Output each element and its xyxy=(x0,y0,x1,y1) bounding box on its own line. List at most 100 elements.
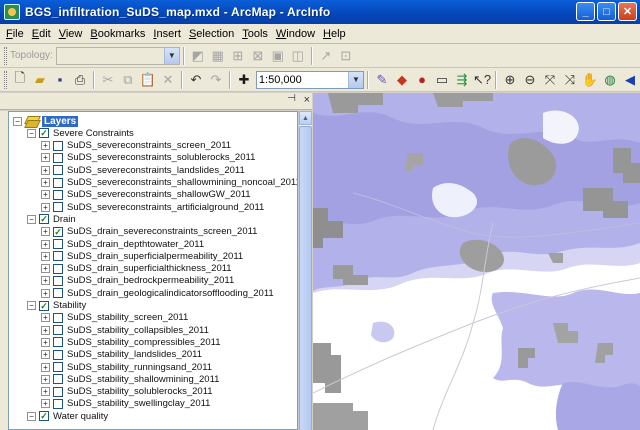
planarize-icon[interactable]: ⊠ xyxy=(248,46,268,66)
construct-features-icon[interactable]: ⊞ xyxy=(228,46,248,66)
toc-layer-row[interactable]: + SuDS_stability_shallowmining_2011 xyxy=(41,373,219,385)
topology-combo[interactable]: ▼ xyxy=(55,46,180,65)
open-folder-icon[interactable]: ▰ xyxy=(30,70,50,90)
toc-layer-row[interactable]: + SuDS_drain_depthtowater_2011 xyxy=(41,238,204,250)
expand-icon[interactable]: + xyxy=(41,251,50,261)
checkbox-unchecked[interactable] xyxy=(53,275,63,286)
collapse-icon[interactable]: − xyxy=(27,411,36,421)
checkbox-unchecked[interactable] xyxy=(53,325,63,336)
toc-group-row[interactable]: − ✓ Drain xyxy=(27,213,76,225)
checkbox-unchecked[interactable] xyxy=(53,239,63,249)
expand-icon[interactable]: + xyxy=(41,165,50,175)
back-arrow-icon[interactable]: ◀ xyxy=(620,70,640,90)
map-canvas[interactable] xyxy=(313,93,640,430)
expand-icon[interactable]: + xyxy=(41,178,50,187)
minimize-button[interactable]: _ xyxy=(576,2,595,21)
scrollbar-thumb[interactable] xyxy=(299,126,312,430)
map-display[interactable] xyxy=(313,93,640,430)
collapse-icon[interactable]: − xyxy=(13,116,22,126)
arcmap-app-icon[interactable] xyxy=(4,4,20,20)
toc-layer-row[interactable]: + SuDS_stability_screen_2011 xyxy=(41,312,188,324)
toc-scrollbar[interactable]: ▲ xyxy=(298,111,312,430)
toc-layer-row[interactable]: + SuDS_severeconstraints_artificialground… xyxy=(41,201,264,213)
checkbox-unchecked[interactable] xyxy=(53,189,63,200)
toc-layer-row[interactable]: + SuDS_stability_runningsand_2011 xyxy=(41,361,212,373)
expand-icon[interactable]: + xyxy=(41,227,50,237)
toc-layer-row[interactable]: + SuDS_severeconstraints_solublerocks_201… xyxy=(41,152,255,164)
expand-icon[interactable]: + xyxy=(41,337,50,347)
checkbox-unchecked[interactable] xyxy=(53,398,63,409)
menu-item-4[interactable]: Insert xyxy=(149,28,185,40)
validate-area-icon[interactable]: ◫ xyxy=(288,46,308,66)
checkbox-unchecked[interactable] xyxy=(53,140,63,151)
checkbox-unchecked[interactable] xyxy=(53,288,63,299)
toc-group-row[interactable]: − ✓ Water quality xyxy=(27,410,108,422)
cut-icon[interactable]: ✂ xyxy=(98,70,118,90)
fixed-zoom-out-icon[interactable]: ⤨ xyxy=(560,70,580,90)
toc-layer-row[interactable]: + SuDS_stability_solublerocks_2011 xyxy=(41,386,213,398)
expand-icon[interactable]: + xyxy=(41,202,50,212)
fixed-zoom-in-icon[interactable]: ⤧ xyxy=(540,70,560,90)
checkbox-checked[interactable]: ✓ xyxy=(39,214,49,225)
close-button[interactable]: ✕ xyxy=(618,2,637,21)
toc-root-layers[interactable]: − Layers xyxy=(13,115,79,127)
expand-icon[interactable]: + xyxy=(41,141,50,151)
expand-icon[interactable]: + xyxy=(41,276,50,286)
topology-edit-icon[interactable]: ◩ xyxy=(188,46,208,66)
menu-item-2[interactable]: View xyxy=(55,28,87,40)
checkbox-unchecked[interactable] xyxy=(53,165,63,176)
save-icon[interactable]: ▪ xyxy=(50,70,70,90)
expand-icon[interactable]: + xyxy=(41,313,50,323)
expand-icon[interactable]: + xyxy=(41,362,50,372)
toc-group-row[interactable]: − ✓ Stability xyxy=(27,300,86,312)
checkbox-checked[interactable]: ✓ xyxy=(53,226,63,237)
map-scale-combo[interactable]: 1:50,000 ▼ xyxy=(255,70,364,89)
pan-hand-icon[interactable]: ✋ xyxy=(580,70,600,90)
arctoolbox-icon[interactable]: ◆ xyxy=(392,70,412,90)
expand-icon[interactable]: + xyxy=(41,325,50,335)
expand-icon[interactable]: + xyxy=(41,350,50,360)
arccatalog-icon[interactable]: ● xyxy=(412,70,432,90)
toc-layer-row[interactable]: + SuDS_drain_bedrockpermeability_2011 xyxy=(41,275,234,287)
checkbox-unchecked[interactable] xyxy=(53,177,63,188)
toc-layer-row[interactable]: + SuDS_drain_superficialpermeability_2011 xyxy=(41,250,243,262)
expand-icon[interactable]: + xyxy=(41,264,50,274)
zoom-out-icon[interactable]: ⊖ xyxy=(520,70,540,90)
chevron-down-icon[interactable]: ▼ xyxy=(163,47,179,64)
copy-icon[interactable]: ⧉ xyxy=(118,70,138,90)
checkbox-unchecked[interactable] xyxy=(53,374,63,385)
checkbox-unchecked[interactable] xyxy=(53,312,63,323)
collapse-icon[interactable]: − xyxy=(27,301,36,310)
expand-icon[interactable]: + xyxy=(41,387,50,397)
add-data-icon[interactable]: ✚ xyxy=(234,70,254,90)
toc-layer-row[interactable]: + SuDS_severeconstraints_shallowGW_2011 xyxy=(41,189,251,201)
model-builder-icon[interactable]: ⇶ xyxy=(452,70,472,90)
checkbox-unchecked[interactable] xyxy=(53,386,63,397)
toc-layer-row[interactable]: + SuDS_stability_compressibles_2011 xyxy=(41,336,221,348)
map-topology-icon[interactable]: ▦ xyxy=(208,46,228,66)
paste-icon[interactable]: 📋 xyxy=(138,70,158,90)
maximize-button[interactable]: □ xyxy=(597,2,616,21)
validate-topology-icon[interactable]: ▣ xyxy=(268,46,288,66)
toc-layer-row[interactable]: + SuDS_severeconstraints_landslides_2011 xyxy=(41,164,245,176)
delete-icon[interactable]: ✕ xyxy=(158,70,178,90)
checkbox-unchecked[interactable] xyxy=(53,362,63,372)
toolbar-grip[interactable] xyxy=(4,46,7,65)
print-icon[interactable]: ⎙ xyxy=(70,70,90,90)
zoom-in-icon[interactable]: ⊕ xyxy=(500,70,520,90)
checkbox-checked[interactable]: ✓ xyxy=(39,300,49,311)
toc-layer-row[interactable]: + SuDS_stability_collapsibles_2011 xyxy=(41,324,209,336)
pin-icon[interactable]: ⊣ xyxy=(287,93,296,104)
full-extent-globe-icon[interactable]: ◍ xyxy=(600,70,620,90)
toc-layer-row[interactable]: + SuDS_drain_geologicalindicatorsoffloodi… xyxy=(41,287,274,299)
toc-layer-row[interactable]: + SuDS_stability_swellingclay_2011 xyxy=(41,398,210,410)
error-inspector-icon[interactable]: ⊡ xyxy=(336,46,356,66)
menu-item-3[interactable]: Bookmarks xyxy=(86,28,149,40)
checkbox-checked[interactable]: ✓ xyxy=(39,411,49,422)
toc-layer-row[interactable]: + SuDS_drain_superficialthickness_2011 xyxy=(41,263,232,275)
toolbar-grip[interactable] xyxy=(4,70,7,89)
collapse-icon[interactable]: − xyxy=(27,128,36,138)
toc-layer-row[interactable]: + SuDS_severeconstraints_screen_2011 xyxy=(41,140,231,152)
checkbox-unchecked[interactable] xyxy=(53,152,63,163)
menu-item-8[interactable]: Help xyxy=(319,28,350,40)
